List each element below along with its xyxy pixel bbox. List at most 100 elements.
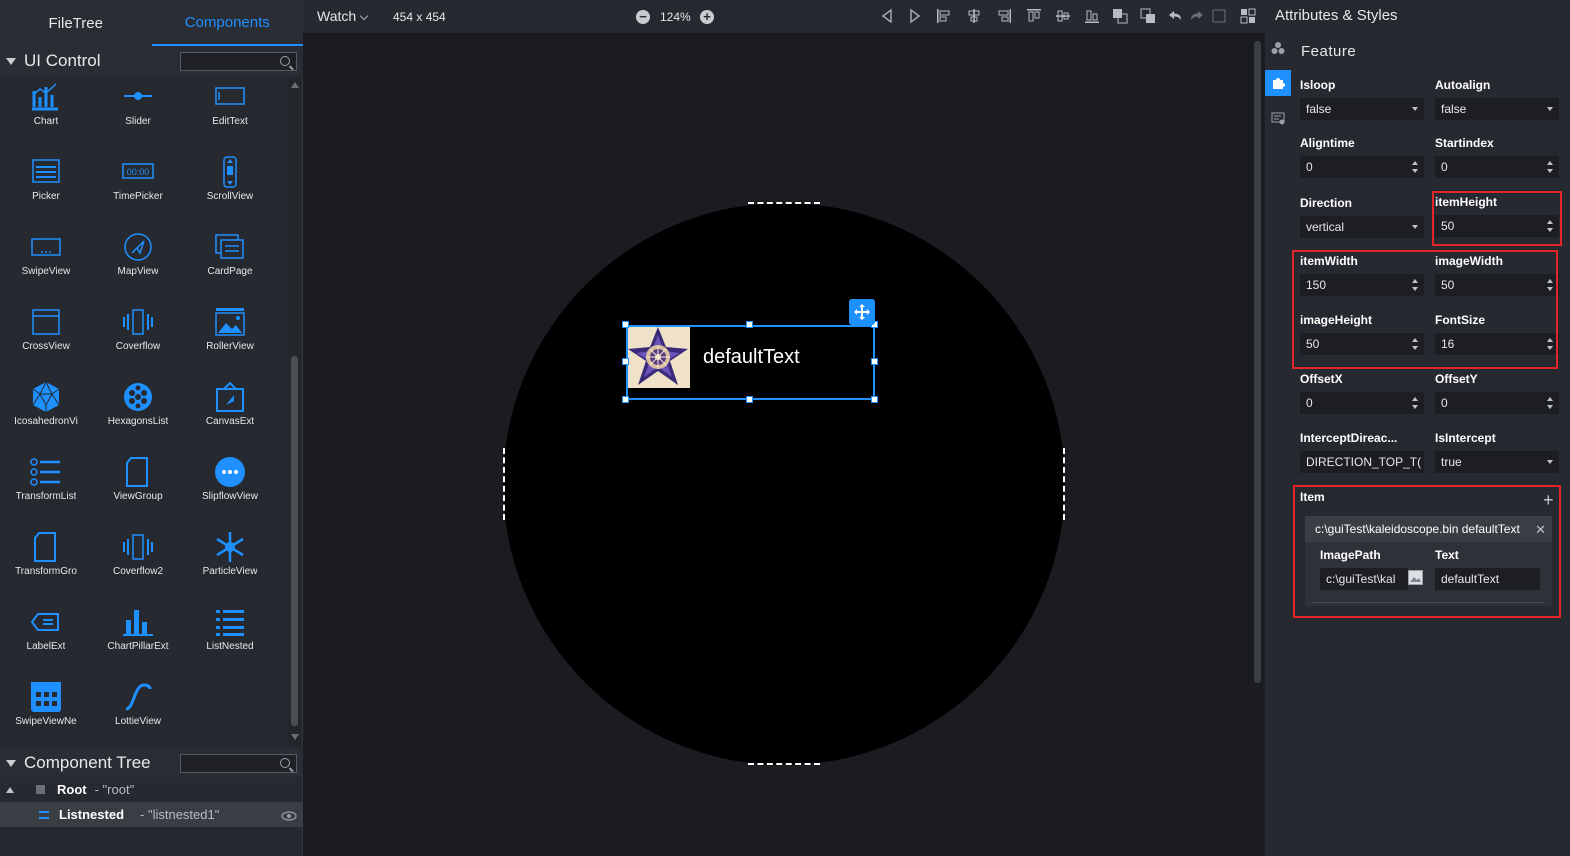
palette-item-chart[interactable]: Chart [0, 78, 92, 146]
intercept_dir-input[interactable]: DIRECTION_TOP_T( [1300, 451, 1424, 473]
align-bottom-icon[interactable] [1084, 8, 1100, 24]
resize-handle-s[interactable] [746, 396, 753, 403]
isintercept-select[interactable]: true [1435, 451, 1559, 473]
palette-item-coverflow[interactable]: Coverflow [92, 301, 184, 371]
palette-item-hexagonslist[interactable]: HexagonsList [92, 376, 184, 446]
side-tab-styles[interactable] [1265, 105, 1291, 131]
component-tree-header[interactable]: Component Tree [0, 749, 303, 777]
resize-handle-e[interactable] [871, 358, 878, 365]
canvas-scroll-thumb[interactable] [1254, 41, 1261, 683]
offsety-input[interactable]: 0 [1435, 392, 1559, 414]
tree-row-root[interactable]: Root - "root" [0, 777, 303, 802]
chevron-down-icon[interactable] [359, 11, 369, 21]
undo-icon[interactable] [1167, 8, 1183, 24]
device-select[interactable]: Watch [317, 8, 356, 24]
chevron-down-icon[interactable] [1412, 107, 1418, 111]
collapse-arrow-icon[interactable] [6, 759, 16, 767]
ui-control-header[interactable]: UI Control [0, 47, 303, 75]
palette-item-crossview[interactable]: CrossView [0, 301, 92, 371]
side-tab-feature[interactable] [1265, 70, 1291, 96]
redo-icon[interactable] [1189, 8, 1205, 24]
imagepath-field[interactable]: c:\guiTest\kal [1320, 568, 1408, 590]
spin-down-icon[interactable] [1412, 169, 1418, 173]
remove-item-icon[interactable]: ✕ [1535, 522, 1546, 538]
palette-item-scrollview[interactable]: ScrollView [184, 151, 276, 221]
palette-item-canvasext[interactable]: CanvasExt [184, 376, 276, 446]
prev-icon[interactable] [879, 8, 895, 24]
tab-components[interactable]: Components [151, 0, 303, 46]
direction-select[interactable]: vertical [1300, 216, 1424, 238]
zoom-out-button[interactable]: − [636, 10, 650, 24]
palette-item-particleview[interactable]: ParticleView [184, 526, 276, 596]
align-top-icon[interactable] [1026, 8, 1042, 24]
palette-item-picker[interactable]: Picker [0, 151, 92, 221]
align-right-icon[interactable] [996, 8, 1012, 24]
expand-arrow-icon[interactable] [6, 786, 14, 793]
palette-search-input[interactable] [180, 52, 297, 71]
isloop-select[interactable]: false [1300, 98, 1424, 120]
scroll-down-icon[interactable] [291, 734, 299, 740]
palette-item-swipeviewne[interactable]: SwipeViewNe [0, 676, 92, 746]
palette-item-rollerview[interactable]: RollerView [184, 301, 276, 371]
palette-item-icosahedronvi[interactable]: IcosahedronVi [0, 376, 92, 446]
spin-up-icon[interactable] [1412, 161, 1418, 165]
aligntime-input[interactable]: 0 [1300, 156, 1424, 178]
item-card-header[interactable]: c:\guiTest\kaleidoscope.bin defaultText [1305, 516, 1552, 542]
eye-icon[interactable] [281, 811, 297, 821]
offsetx-input[interactable]: 0 [1300, 392, 1424, 414]
bring-front-icon[interactable] [1112, 8, 1128, 24]
palette-item-lottieview[interactable]: LottieView [92, 676, 184, 746]
startindex-input[interactable]: 0 [1435, 156, 1559, 178]
palette-item-labelext[interactable]: LabelExt [0, 601, 92, 671]
add-item-button[interactable]: + [1543, 490, 1554, 511]
palette-item-cardpage[interactable]: CardPage [184, 226, 276, 296]
item-text-field[interactable]: defaultText [1435, 568, 1540, 590]
resize-handle-sw[interactable] [622, 396, 629, 403]
zoom-in-button[interactable]: + [700, 10, 714, 24]
chevron-down-icon[interactable] [1547, 107, 1553, 111]
resize-handle-nw[interactable] [622, 321, 629, 328]
palette-item-viewgroup[interactable]: ViewGroup [92, 451, 184, 521]
resize-handle-n[interactable] [746, 321, 753, 328]
resize-handle-w[interactable] [622, 358, 629, 365]
selection-box[interactable] [626, 325, 875, 400]
palette-item-listnested[interactable]: ListNested [184, 601, 276, 671]
align-left-icon[interactable] [936, 8, 952, 24]
move-handle[interactable] [849, 299, 875, 325]
collapse-arrow-icon[interactable] [6, 57, 16, 65]
send-back-icon[interactable] [1140, 8, 1156, 24]
tab-filetree[interactable]: FileTree [0, 0, 152, 46]
align-center-h-icon[interactable] [966, 8, 982, 24]
side-tab-components[interactable] [1265, 35, 1291, 61]
palette-item-swipeview[interactable]: SwipeView [0, 226, 92, 296]
frame-icon[interactable] [1211, 8, 1227, 24]
resize-handle-se[interactable] [871, 396, 878, 403]
tree-row-listnested[interactable]: Listnested - "listnested1" [0, 802, 303, 827]
autoalign-select[interactable]: false [1435, 98, 1559, 120]
image-picker-icon[interactable] [1408, 570, 1423, 585]
scroll-up-icon[interactable] [291, 82, 299, 88]
palette-scrollbar[interactable] [288, 78, 301, 746]
watch-face[interactable] [503, 203, 1065, 765]
spin-down-icon[interactable] [1547, 169, 1553, 173]
palette-item-mapview[interactable]: MapView [92, 226, 184, 296]
spin-up-icon[interactable] [1412, 397, 1418, 401]
chevron-down-icon[interactable] [1547, 460, 1553, 464]
palette-item-coverflow2[interactable]: Coverflow2 [92, 526, 184, 596]
spin-up-icon[interactable] [1547, 397, 1553, 401]
spin-down-icon[interactable] [1412, 405, 1418, 409]
palette-item-transformgro[interactable]: TransformGro [0, 526, 92, 596]
canvas-scrollbar[interactable] [1252, 33, 1265, 856]
palette-item-transformlist[interactable]: TransformList [0, 451, 92, 521]
layout-icon[interactable] [1240, 8, 1256, 24]
palette-item-slider[interactable]: Slider [92, 78, 184, 146]
palette-item-slipflowview[interactable]: SlipflowView [184, 451, 276, 521]
palette-scroll-thumb[interactable] [291, 356, 298, 726]
spin-up-icon[interactable] [1547, 161, 1553, 165]
chevron-down-icon[interactable] [1412, 225, 1418, 229]
play-icon[interactable] [907, 8, 923, 24]
spin-down-icon[interactable] [1547, 405, 1553, 409]
palette-item-chartpillarext[interactable]: ChartPillarExt [92, 601, 184, 671]
align-center-v-icon[interactable] [1055, 8, 1071, 24]
tree-search-input[interactable] [180, 754, 297, 773]
